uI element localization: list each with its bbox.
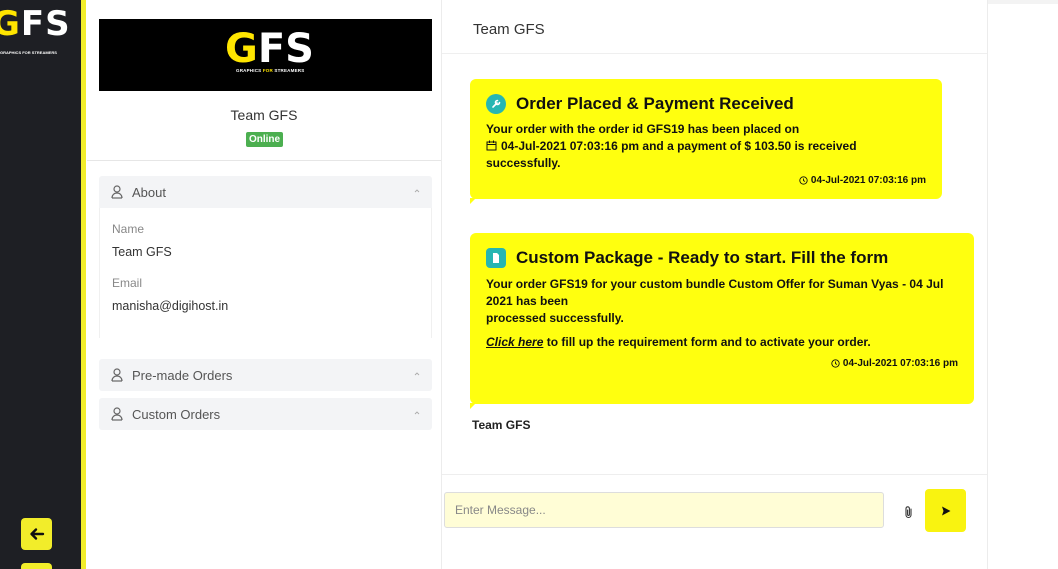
calendar-icon — [486, 140, 497, 151]
brand-tagline: GRAPHICS FOR STREAMERS — [236, 68, 305, 73]
user-icon — [111, 407, 123, 421]
message-line: 04-Jul-2021 07:03:16 pm and a payment of… — [486, 139, 857, 170]
chat-title: Team GFS — [473, 21, 545, 38]
rail-logo-tagline: GRAPHICS FOR STREAMERS — [0, 50, 57, 55]
back-button[interactable] — [21, 518, 52, 550]
rail-logo: GFS GRAPHICS FOR STREAMERS — [0, 8, 71, 55]
paperclip-icon[interactable] — [903, 505, 915, 519]
status-badge: Online — [246, 132, 283, 147]
accordion-about: About Name Team GFS Email manisha@digiho… — [99, 176, 432, 338]
profile-name: Team GFS — [230, 107, 298, 123]
message-bubble: Custom Package - Ready to start. Fill th… — [470, 233, 974, 409]
name-value: Team GFS — [112, 245, 172, 259]
accordion-premade-title: Pre-made Orders — [132, 367, 233, 383]
message-input[interactable] — [444, 492, 884, 528]
user-icon — [111, 185, 123, 199]
message-line: Your order GFS19 for your custom bundle … — [486, 277, 944, 308]
profile-panel: GFS GRAPHICS FOR STREAMERS Team GFS Onli… — [87, 0, 441, 569]
accordion-about-body: Name Team GFS Email manisha@digihost.in — [99, 208, 432, 338]
accordion-custom-header[interactable]: Custom Orders — [99, 398, 432, 430]
name-label: Name — [112, 222, 145, 236]
email-value: manisha@digihost.in — [112, 299, 229, 313]
accordion-custom-title: Custom Orders — [132, 406, 221, 422]
app-rail: GFS GRAPHICS FOR STREAMERS — [0, 0, 81, 569]
clock-icon — [799, 176, 808, 185]
message-line: to fill up the requirement form and to a… — [543, 335, 871, 349]
message-bubble: Order Placed & Payment Received Your ord… — [470, 79, 942, 204]
message-title: Custom Package - Ready to start. Fill th… — [516, 248, 889, 267]
message-line-row: 04-Jul-2021 07:03:16 pm and a payment of… — [486, 138, 926, 172]
message-title-row: Order Placed & Payment Received — [486, 94, 926, 114]
profile-banner: GFS GRAPHICS FOR STREAMERS — [99, 19, 432, 91]
document-icon — [486, 248, 506, 268]
message-line: processed successfully. — [486, 311, 624, 325]
rail-accent-bar — [81, 0, 86, 569]
message-sender: Team GFS — [472, 418, 531, 432]
chevron-up-icon — [414, 372, 420, 376]
divider — [442, 474, 987, 475]
brand-logo: GFS — [225, 26, 314, 72]
user-icon — [111, 368, 123, 382]
message-timestamp-row: 04-Jul-2021 07:03:16 pm — [486, 175, 926, 186]
message-title: Order Placed & Payment Received — [516, 94, 794, 113]
divider — [442, 53, 987, 54]
message-line-row: Click here to fill up the requirement fo… — [486, 334, 958, 351]
accordion-premade-orders: Pre-made Orders — [99, 359, 432, 391]
chat-panel: Team GFS Order Placed & Payment Received… — [441, 0, 988, 569]
send-button[interactable] — [925, 489, 966, 532]
message-timestamp-row: 04-Jul-2021 07:03:16 pm — [486, 358, 958, 369]
accordion-about-title: About — [132, 184, 166, 200]
message-timestamp: 04-Jul-2021 07:03:16 pm — [810, 175, 926, 186]
accordion-about-header[interactable]: About — [99, 176, 432, 208]
clock-icon — [831, 359, 840, 368]
chevron-up-icon — [414, 411, 420, 415]
chevron-up-icon — [414, 189, 420, 193]
message-line: Your order with the order id GFS19 has b… — [486, 122, 800, 136]
email-label: Email — [112, 276, 143, 290]
accordion-custom-orders: Custom Orders — [99, 398, 432, 430]
send-icon — [941, 506, 950, 515]
bubble-tail — [470, 403, 476, 409]
rail-extra-button[interactable] — [21, 563, 52, 569]
message-timestamp: 04-Jul-2021 07:03:16 pm — [842, 358, 958, 369]
wrench-icon — [486, 94, 506, 114]
fill-form-link[interactable]: Click here — [486, 335, 543, 349]
bubble-tail — [470, 198, 476, 204]
divider — [87, 160, 441, 161]
message-title-row: Custom Package - Ready to start. Fill th… — [486, 248, 958, 268]
accordion-premade-header[interactable]: Pre-made Orders — [99, 359, 432, 391]
arrow-left-icon — [29, 528, 44, 540]
